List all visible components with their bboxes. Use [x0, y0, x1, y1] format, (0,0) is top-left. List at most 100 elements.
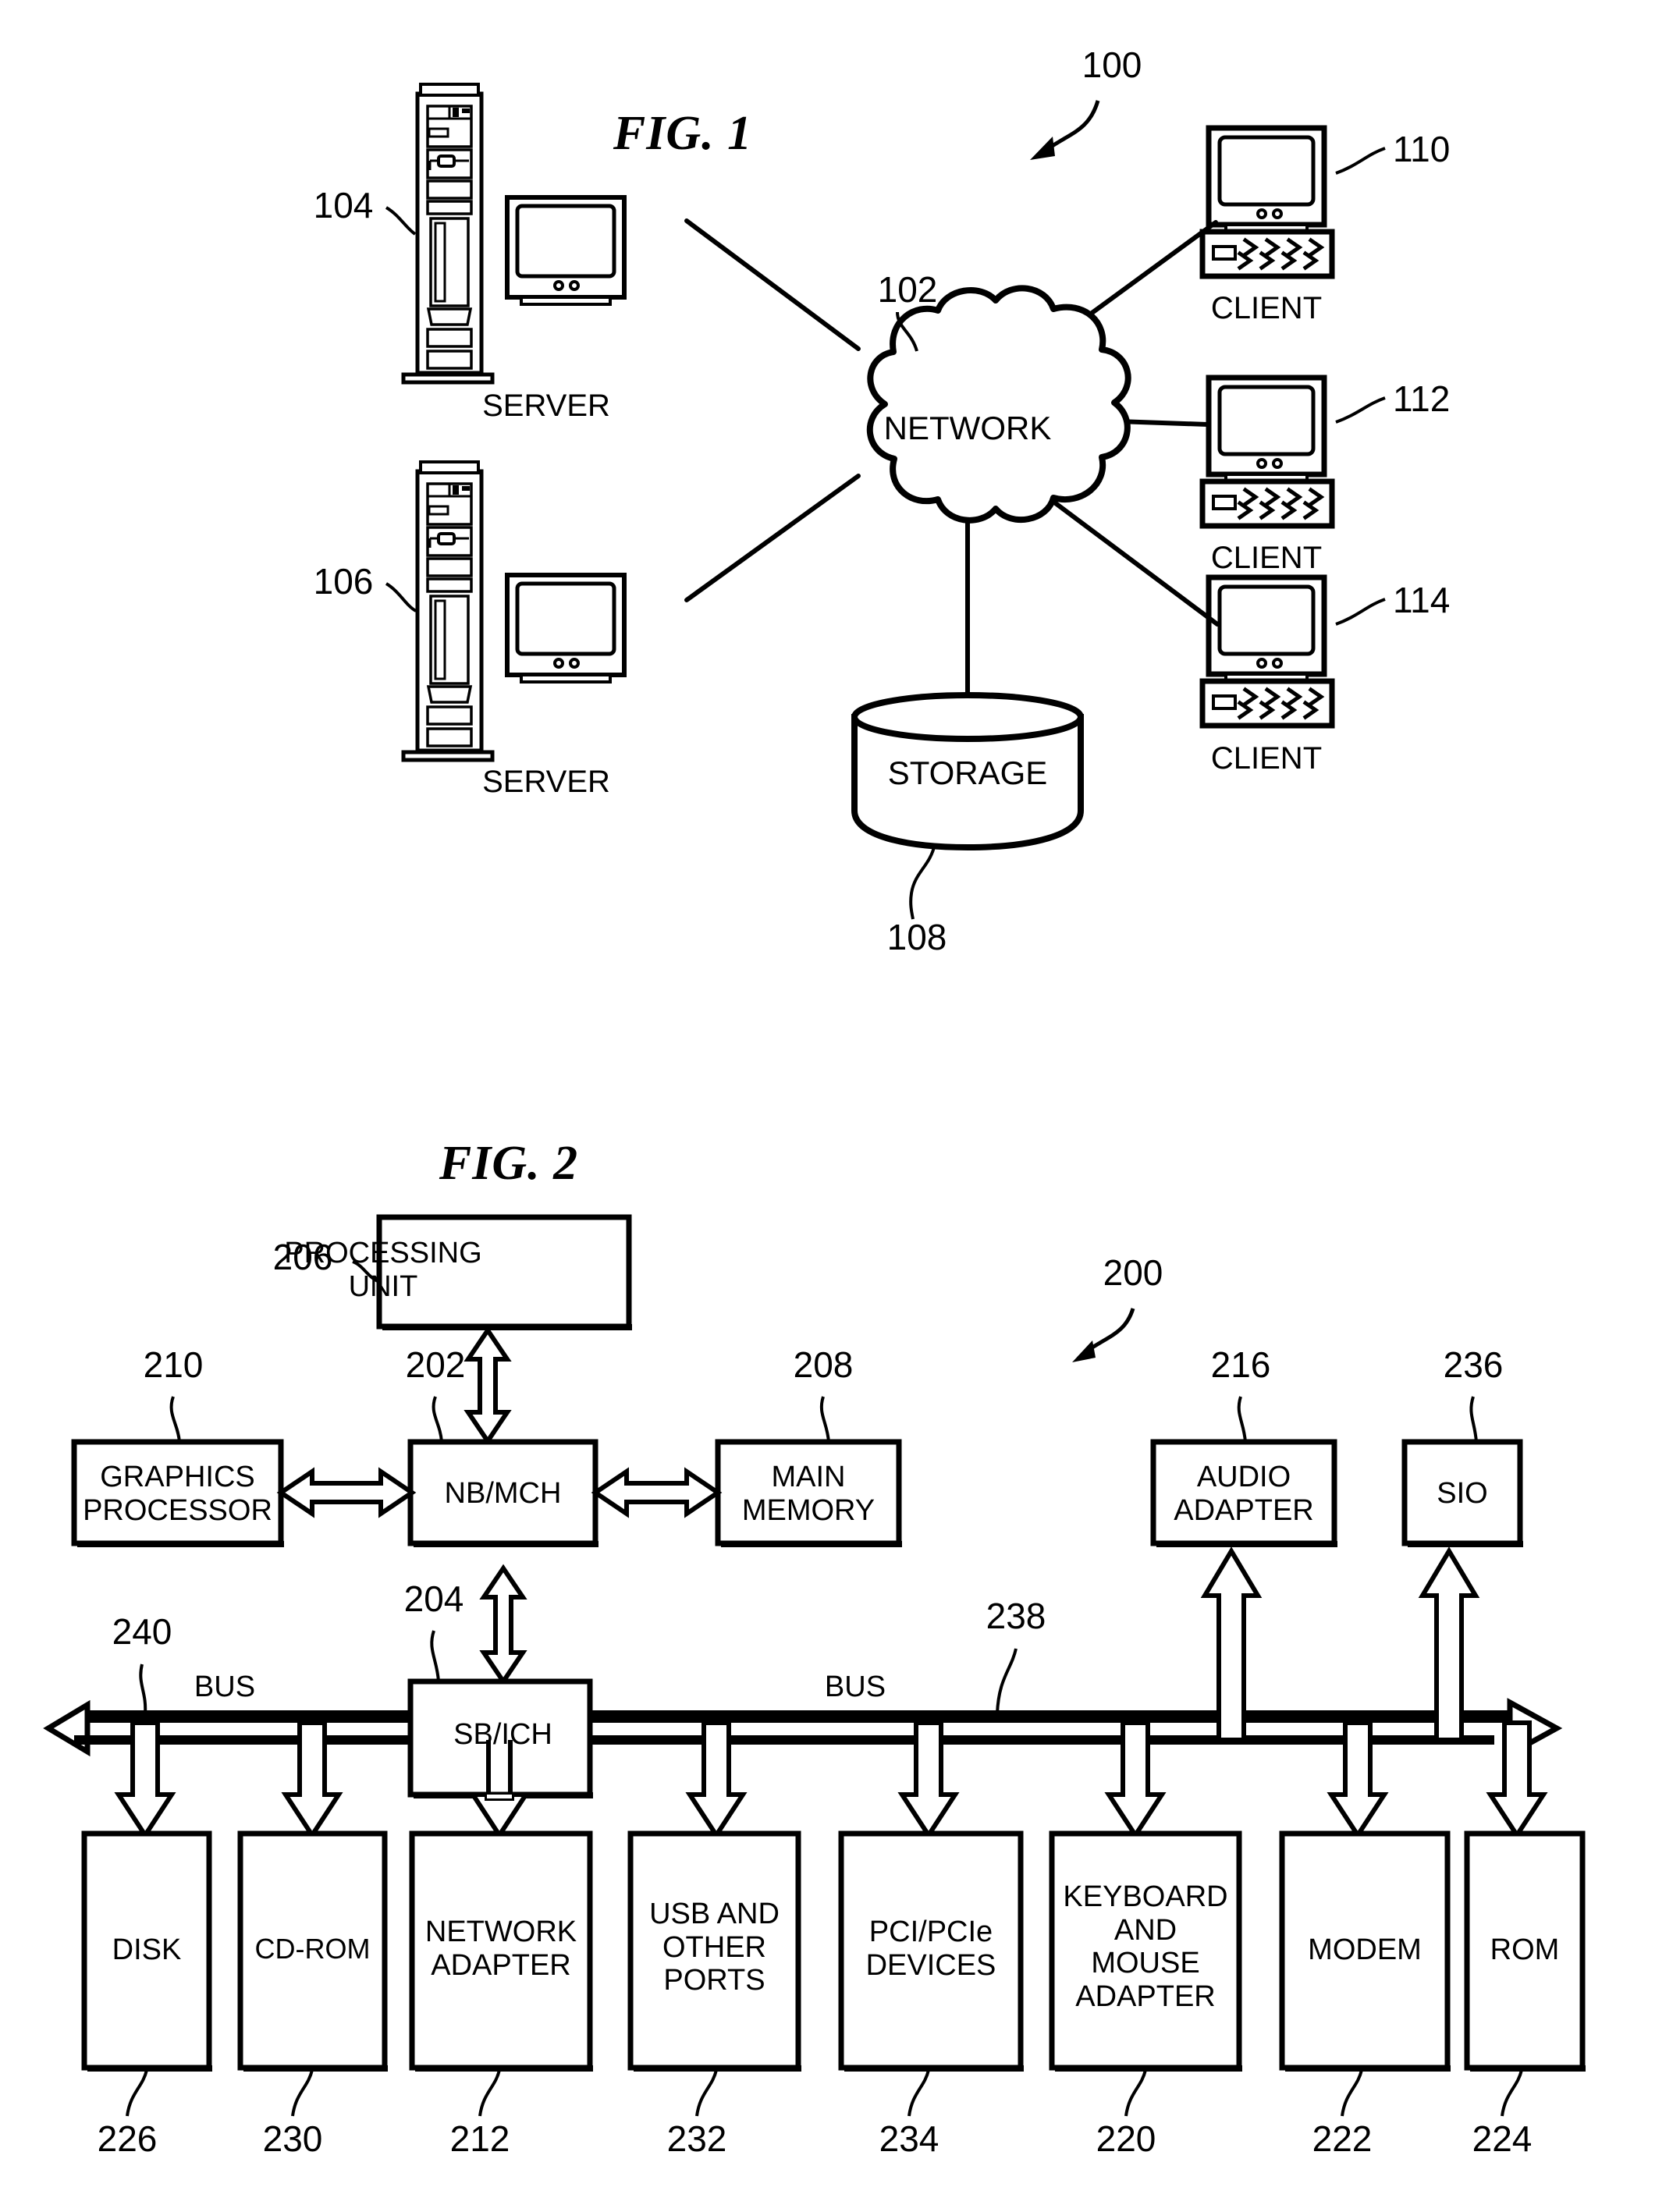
ref-114: 114	[1393, 580, 1451, 620]
client-110-graphic	[1202, 128, 1332, 276]
ref-110-leader	[1335, 147, 1386, 175]
network-adapter-label-line-2: ADAPTER	[431, 1948, 571, 1982]
processing-unit-label: PROCESSING UNIT	[262, 1237, 504, 1303]
keyboard-mouse-label-line-2: AND	[1113, 1913, 1177, 1947]
modem-label: MODEM	[1284, 1933, 1446, 1967]
main-memory-label-line-1: MAIN	[771, 1461, 846, 1493]
ref-224: 224	[1472, 2118, 1533, 2159]
network-cloud-label: NETWORK	[883, 410, 1052, 446]
ref-240-leader	[139, 1663, 147, 1714]
client-110-label: CLIENT	[1210, 291, 1323, 325]
ref-202: 202	[405, 1344, 466, 1385]
server-106-label: SERVER	[482, 765, 610, 799]
audio-adapter-label-line-1: AUDIO	[1196, 1461, 1291, 1493]
ref-204-leader	[430, 1630, 440, 1682]
usb-and-other-ports-label: USB AND OTHER PORTS	[632, 1898, 797, 1997]
usb-ports-label-line-3: PORTS	[663, 1964, 765, 1997]
ref-104: 104	[313, 185, 374, 225]
audio-adapter-label: AUDIO ADAPTER	[1157, 1461, 1330, 1527]
arrow-nbmch-mainmemory	[591, 1467, 723, 1518]
ref-236: 236	[1443, 1344, 1504, 1385]
pci-pcie-devices-label: PCI/PCIe DEVICES	[843, 1916, 1019, 1982]
nbmch-label-line-1: NB/MCH	[444, 1477, 562, 1510]
arrow-pu-nbmch	[464, 1326, 512, 1446]
storage-label: STORAGE	[887, 754, 1048, 791]
network-adapter-label-line-1: NETWORK	[424, 1916, 577, 1948]
bus-label-right: BUS	[824, 1671, 886, 1703]
sbich-label-line-1: SB/ICH	[453, 1718, 552, 1751]
rom-label: ROM	[1469, 1933, 1581, 1967]
ref-112-leader	[1335, 396, 1386, 424]
client-114-graphic	[1202, 577, 1332, 726]
cd-rom-label: CD-ROM	[242, 1933, 383, 1965]
keyboard-mouse-label-line-3: MOUSE	[1091, 1947, 1200, 1980]
client-114-label: CLIENT	[1210, 741, 1323, 776]
pci-pcie-label-line-1: PCI/PCIe	[868, 1916, 993, 1948]
processing-unit-label-line-2: UNIT	[348, 1269, 418, 1303]
sio-label: SIO	[1405, 1477, 1519, 1511]
device-ref-leaders	[126, 2069, 1523, 2117]
ref-210: 210	[143, 1344, 204, 1385]
ref-220: 220	[1096, 2118, 1156, 2159]
keyboard-mouse-label-line-1: KEYBOARD	[1063, 1880, 1228, 1913]
nbmch-label: NB/MCH	[414, 1477, 591, 1511]
graphics-processor-label-line-2: PROCESSOR	[83, 1493, 272, 1527]
ref-104-leader	[385, 206, 417, 236]
keyboard-and-mouse-adapter-label: KEYBOARD AND MOUSE ADAPTER	[1053, 1880, 1238, 2013]
ref-216-leader	[1237, 1396, 1247, 1443]
system-bus-line	[43, 1698, 1563, 1759]
fig1-system-leader	[1030, 100, 1100, 160]
sbich-label: SB/ICH	[414, 1718, 591, 1752]
ref-202-leader	[432, 1396, 443, 1443]
pci-pcie-label-line-2: DEVICES	[865, 1948, 996, 1982]
ref-230: 230	[262, 2118, 323, 2159]
network-adapter-label: NETWORK ADAPTER	[414, 1916, 588, 1982]
ref-108-leader	[909, 843, 936, 920]
ref-222: 222	[1312, 2118, 1373, 2159]
figure-2-system-ref: 200	[1103, 1252, 1163, 1293]
figure-2-title: FIG. 2	[439, 1137, 579, 1190]
ref-210-leader	[169, 1396, 181, 1443]
ref-114-leader	[1335, 598, 1386, 626]
network-cloud-shape	[866, 285, 1131, 524]
figure-1-system-ref: 100	[1082, 44, 1142, 85]
ref-212: 212	[449, 2118, 510, 2159]
ref-204: 204	[403, 1578, 464, 1619]
arrow-gp-nbmch	[276, 1467, 417, 1518]
ref-110: 110	[1393, 129, 1451, 169]
server-104-graphic	[403, 84, 624, 382]
ref-106-leader	[385, 582, 417, 612]
ref-240: 240	[112, 1611, 172, 1652]
main-memory-label-line-2: MEMORY	[741, 1493, 876, 1527]
graphics-processor-label-line-1: GRAPHICS	[100, 1461, 255, 1493]
server-106-graphic	[403, 462, 624, 760]
ref-216: 216	[1210, 1344, 1271, 1385]
ref-226: 226	[97, 2118, 158, 2159]
usb-ports-label-line-2: OTHER	[662, 1930, 766, 1964]
ref-238: 238	[986, 1596, 1046, 1636]
client-112-label: CLIENT	[1210, 541, 1323, 575]
ref-106: 106	[313, 561, 374, 602]
bus-label-left: BUS	[194, 1671, 256, 1703]
graphics-processor-label: GRAPHICS PROCESSOR	[78, 1461, 277, 1527]
usb-ports-label-line-1: USB AND	[649, 1898, 780, 1930]
figure-1-title: FIG. 1	[613, 107, 753, 160]
audio-adapter-label-line-2: ADAPTER	[1174, 1493, 1314, 1527]
ref-208: 208	[793, 1344, 854, 1385]
ref-102: 102	[877, 269, 938, 310]
main-memory-label: MAIN MEMORY	[722, 1461, 895, 1527]
sio-label-line-1: SIO	[1437, 1477, 1488, 1510]
cd-rom-label-line-1: CD-ROM	[254, 1933, 371, 1965]
ref-238-leader	[996, 1648, 1018, 1714]
ref-236-leader	[1469, 1396, 1478, 1443]
diagram-vector-layer	[43, 0, 1586, 2117]
keyboard-mouse-label-line-4: ADAPTER	[1075, 1979, 1216, 2013]
rom-label-line-1: ROM	[1490, 1933, 1560, 1966]
ref-112: 112	[1393, 378, 1451, 419]
processing-unit-label-line-1: PROCESSING	[284, 1237, 482, 1269]
ref-232: 232	[666, 2118, 727, 2159]
ref-208-leader	[819, 1396, 830, 1443]
patent-figure-sheet: FIG. 1 100 104 SERVER 106 SERVER 102 NET…	[0, 0, 1680, 2212]
fig2-system-leader	[1072, 1308, 1135, 1362]
ref-108: 108	[886, 917, 947, 957]
